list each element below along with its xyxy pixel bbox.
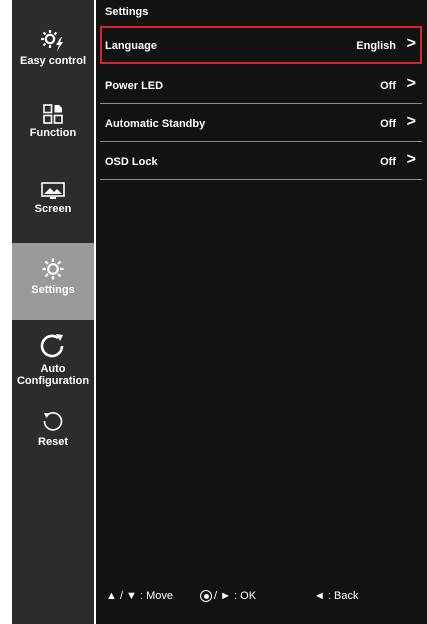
screen-icon [41,182,65,199]
reset-icon [43,412,63,431]
sidebar-item-function[interactable]: Function [12,104,94,139]
sidebar-item-label: Easy control [19,55,87,67]
ok-button-icon [200,590,212,602]
ok-hint: / ► : OK [200,590,256,602]
setting-row-power-led[interactable]: Power LED Off > [100,66,422,104]
sidebar-item-reset[interactable]: Reset [12,409,94,448]
footer-hints: ▲ / ▼ : Move / ► : OK ◄ : Back [96,590,427,606]
page-title: Settings [105,6,149,18]
setting-value: Off [380,80,396,92]
chevron-right-icon: > [406,151,416,168]
divider [100,179,422,180]
ok-hint-text: / ► : OK [214,590,257,602]
chevron-right-icon: > [406,113,416,130]
settings-panel: Settings Language English > Power LED Of… [96,0,427,624]
auto-configuration-icon [40,334,64,358]
sidebar-item-label: Screen [34,203,72,215]
osd-menu: Easy control Function Screen Settings Au… [0,0,427,624]
back-hint: ◄ : Back [314,590,359,602]
setting-label: Power LED [105,80,164,92]
easy-control-icon [41,30,63,51]
sidebar: Easy control Function Screen Settings Au… [12,0,94,624]
setting-value: English [356,40,396,52]
sidebar-item-auto-configuration[interactable]: Auto Configuration [12,332,94,387]
move-hint: ▲ / ▼ : Move [106,590,174,602]
setting-row-osd-lock[interactable]: OSD Lock Off > [100,142,422,180]
setting-value: Off [380,156,396,168]
setting-value: Off [380,118,396,130]
function-icon [43,104,63,124]
setting-row-language[interactable]: Language English > [100,26,422,64]
sidebar-item-settings[interactable]: Settings [12,243,94,320]
setting-label: OSD Lock [105,156,158,168]
setting-label: Language [105,40,157,52]
settings-gear-icon [42,258,64,280]
sidebar-item-label: Settings [31,284,75,296]
chevron-right-icon: > [406,75,416,92]
setting-label: Automatic Standby [105,118,206,130]
sidebar-item-label: Function [29,127,77,139]
sidebar-item-label: Reset [38,436,68,448]
sidebar-item-easy-control[interactable]: Easy control [12,28,94,67]
chevron-right-icon: > [406,35,416,52]
sidebar-item-screen[interactable]: Screen [12,182,94,215]
setting-row-automatic-standby[interactable]: Automatic Standby Off > [100,104,422,142]
sidebar-item-label: Auto Configuration [16,363,90,387]
